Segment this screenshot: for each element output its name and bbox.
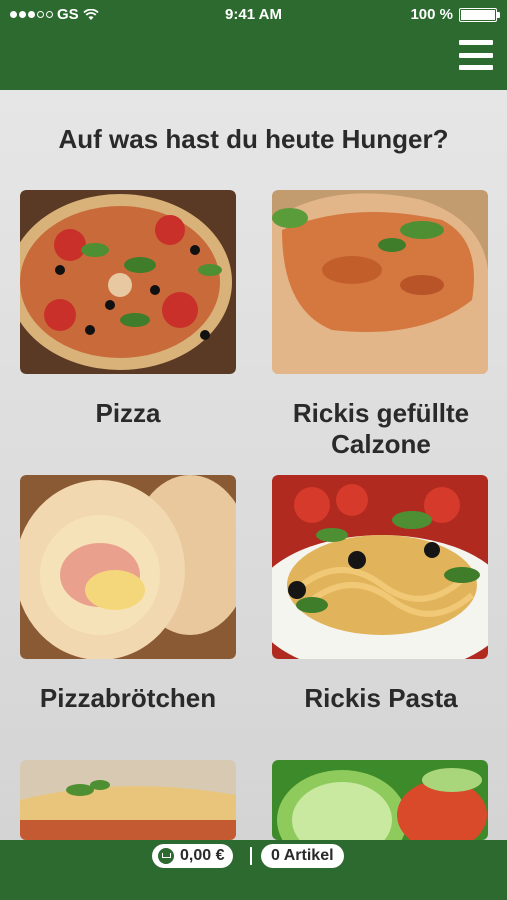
salad-photo <box>272 760 488 840</box>
cart-total: 0,00 € <box>180 847 225 864</box>
category-tile-6[interactable] <box>272 760 488 840</box>
status-bar: GS 9:41 AM 100 % <box>0 0 507 30</box>
shopping-cart-icon <box>158 848 174 864</box>
category-label-pizza[interactable]: Pizza <box>13 398 243 429</box>
calzone-photo <box>272 190 488 374</box>
battery-icon <box>459 7 500 22</box>
hamburger-menu-icon[interactable] <box>459 38 493 72</box>
category-screen: Auf was hast du heute Hunger? Pizza Rick… <box>0 90 507 840</box>
category-tile-pizza[interactable] <box>20 190 236 374</box>
lasagna-photo <box>20 760 236 840</box>
top-bar: GS 9:41 AM 100 % <box>0 0 507 90</box>
pizza-photo <box>20 190 236 374</box>
cart-divider <box>250 847 252 865</box>
cart-total-button[interactable]: 0,00 € <box>152 844 234 868</box>
pizza-rolls-photo <box>20 475 236 659</box>
category-label-calzone[interactable]: Rickis gefüllte Calzone <box>266 398 496 460</box>
category-tile-5[interactable] <box>20 760 236 840</box>
category-tile-pasta[interactable] <box>272 475 488 659</box>
category-label-pasta[interactable]: Rickis Pasta <box>266 683 496 714</box>
category-tile-pizzabroetchen[interactable] <box>20 475 236 659</box>
cart-item-count: 0 Artikel <box>271 847 334 864</box>
battery-area: 100 % <box>410 6 500 23</box>
cart-items-button[interactable]: 0 Artikel <box>261 844 344 868</box>
battery-percent: 100 % <box>410 6 453 23</box>
cart-bar: 0,00 € 0 Artikel <box>0 840 507 900</box>
pasta-photo <box>272 475 488 659</box>
page-title: Auf was hast du heute Hunger? <box>58 124 449 154</box>
category-tile-calzone[interactable] <box>272 190 488 374</box>
category-label-pizzabroetchen[interactable]: Pizzabrötchen <box>13 683 243 714</box>
